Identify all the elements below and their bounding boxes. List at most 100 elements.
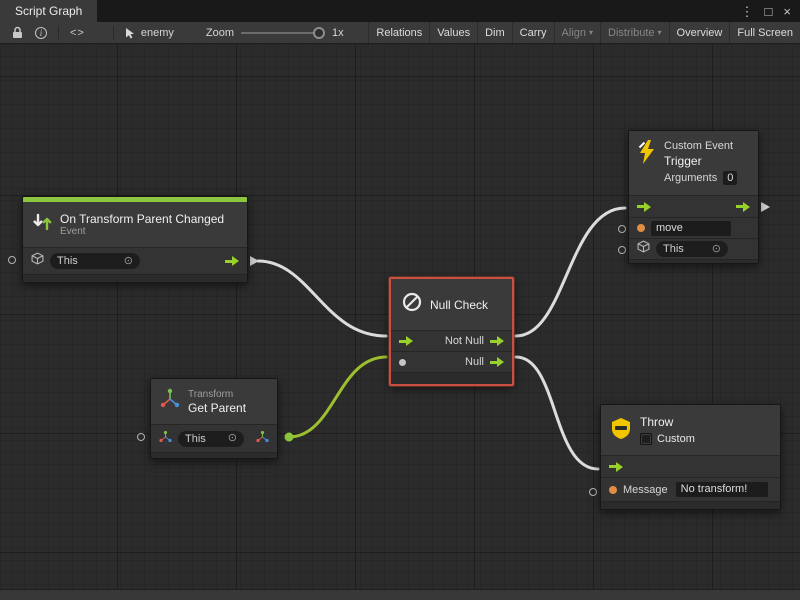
- wire-null-to-throw: [516, 357, 598, 469]
- getparent-target-dropdown[interactable]: This ⊙: [178, 431, 244, 447]
- node-category: Custom Event: [664, 139, 737, 153]
- toolbar-button-distribute[interactable]: Distribute▾: [600, 22, 668, 43]
- node-title: Null Check: [430, 298, 488, 312]
- custom-checkbox[interactable]: [640, 433, 652, 445]
- flow-input-port[interactable]: [399, 336, 413, 346]
- toolbar-button-values[interactable]: Values: [429, 22, 477, 43]
- wire-getparent-to-nullcheck: [289, 357, 386, 437]
- node-footer: [151, 452, 277, 458]
- node-null-check[interactable]: Null Check Not Null Null: [389, 277, 514, 386]
- wire-event-to-nullcheck: [258, 261, 386, 336]
- transform-parent-changed-icon: [31, 211, 53, 238]
- event-name-port[interactable]: [637, 224, 645, 232]
- node-title: Get Parent: [188, 401, 246, 415]
- getparent-target-port-circle[interactable]: [137, 433, 145, 441]
- dropdown-value: This: [663, 243, 684, 255]
- flow-input-port[interactable]: [609, 462, 623, 472]
- event-target-port-circle[interactable]: [8, 256, 16, 264]
- flow-input-port[interactable]: [637, 202, 651, 212]
- node-category: Transform: [188, 389, 246, 401]
- custom-checkbox-label: Custom: [657, 433, 695, 445]
- object-picker-icon: ⊙: [228, 433, 237, 444]
- node-subtitle: Event: [60, 226, 224, 238]
- object-picker-icon: ⊙: [124, 256, 133, 267]
- value-input-port[interactable]: [399, 359, 406, 366]
- transform-output-port[interactable]: [256, 430, 269, 448]
- null-check-icon: [401, 291, 423, 318]
- graph-canvas[interactable]: On Transform Parent Changed Event This ⊙: [0, 44, 800, 600]
- gameobject-cube-icon: [637, 240, 650, 258]
- node-title: On Transform Parent Changed: [60, 212, 224, 226]
- node-title: Trigger: [664, 153, 737, 169]
- node-footer: [23, 274, 247, 282]
- customevent-target-dropdown[interactable]: This ⊙: [656, 241, 728, 257]
- throw-message-port-circle[interactable]: [589, 488, 597, 496]
- throw-icon: [609, 416, 633, 445]
- zoom-slider[interactable]: [241, 22, 325, 44]
- zoom-slider-knob[interactable]: [313, 27, 325, 39]
- tab-bar: Script Graph ⋮ □ ×: [0, 0, 800, 22]
- info-icon[interactable]: i: [29, 22, 53, 43]
- edit-source-icon[interactable]: <>: [64, 22, 91, 43]
- node-get-parent[interactable]: Transform Get Parent This ⊙: [150, 378, 278, 459]
- window-controls: ⋮ □ ×: [741, 0, 800, 22]
- unity-script-graph-window: Script Graph ⋮ □ × i <> enemy Zoom 1x: [0, 0, 800, 600]
- toolbar-button-overview[interactable]: Overview: [669, 22, 730, 43]
- menu-icon[interactable]: ⋮: [741, 5, 754, 18]
- dropdown-value: This: [185, 433, 206, 445]
- horizontal-scrollbar[interactable]: [0, 589, 800, 600]
- zoom-label: Zoom: [202, 27, 238, 39]
- arguments-field[interactable]: 0: [723, 171, 737, 185]
- tab-title: Script Graph: [15, 4, 82, 18]
- toolbar-button-fullscreen[interactable]: Full Screen: [729, 22, 800, 43]
- node-title: Throw: [640, 415, 695, 430]
- toolbar-button-carry[interactable]: Carry: [512, 22, 554, 43]
- custom-event-icon: [637, 139, 657, 170]
- toolbar-button-relations[interactable]: Relations: [368, 22, 429, 43]
- toolbar-separator: [58, 26, 59, 40]
- graph-name: enemy: [137, 27, 178, 39]
- tab-script-graph[interactable]: Script Graph: [0, 0, 97, 22]
- event-flow-out-triangle[interactable]: [250, 256, 259, 266]
- flow-output-port[interactable]: [736, 202, 750, 212]
- toolbar-button-align[interactable]: Align▾: [554, 22, 600, 43]
- customevent-name-port-circle[interactable]: [618, 225, 626, 233]
- object-picker-icon: ⊙: [712, 244, 721, 255]
- customevent-target-port-circle[interactable]: [618, 246, 626, 254]
- transform-icon: [159, 388, 181, 415]
- node-footer: [629, 259, 758, 263]
- node-footer: [601, 501, 780, 509]
- gameobject-cube-icon: [31, 252, 44, 270]
- null-output-port[interactable]: [490, 357, 504, 367]
- arguments-label: Arguments: [664, 169, 717, 187]
- customevent-flow-out-triangle[interactable]: [761, 202, 770, 212]
- wire-start-dot: [285, 433, 294, 442]
- port-label-null: Null: [465, 356, 484, 368]
- toolbar-separator: [113, 26, 114, 40]
- event-target-dropdown[interactable]: This ⊙: [50, 253, 140, 269]
- lock-icon[interactable]: [6, 22, 29, 43]
- flow-output-port[interactable]: [225, 256, 239, 266]
- event-name-field[interactable]: move: [651, 221, 731, 236]
- node-throw[interactable]: Throw Custom Message No transform!: [600, 404, 781, 510]
- toolbar-button-dim[interactable]: Dim: [477, 22, 512, 43]
- maximize-icon[interactable]: □: [765, 5, 773, 18]
- dropdown-value: This: [57, 255, 78, 267]
- graph-pointer-icon: [119, 22, 137, 43]
- message-label: Message: [623, 484, 668, 496]
- close-icon[interactable]: ×: [783, 5, 791, 18]
- node-trigger-custom-event[interactable]: Custom Event Trigger Arguments 0 move: [628, 130, 759, 264]
- not-null-output-port[interactable]: [490, 336, 504, 346]
- graph-toolbar: i <> enemy Zoom 1x Relations Values Dim …: [0, 22, 800, 44]
- message-input-port[interactable]: [609, 486, 617, 494]
- wire-notnull-to-customevent: [516, 208, 625, 336]
- transform-input-icon[interactable]: [159, 430, 172, 448]
- toolbar-button-group: Relations Values Dim Carry Align▾ Distri…: [368, 22, 800, 43]
- message-field[interactable]: No transform!: [676, 482, 768, 497]
- node-on-transform-parent-changed[interactable]: On Transform Parent Changed Event This ⊙: [22, 196, 248, 283]
- node-footer: [391, 372, 512, 384]
- chevron-down-icon: ▾: [658, 28, 662, 37]
- chevron-down-icon: ▾: [589, 28, 593, 37]
- port-label-not-null: Not Null: [445, 335, 484, 347]
- zoom-value: 1x: [328, 27, 348, 39]
